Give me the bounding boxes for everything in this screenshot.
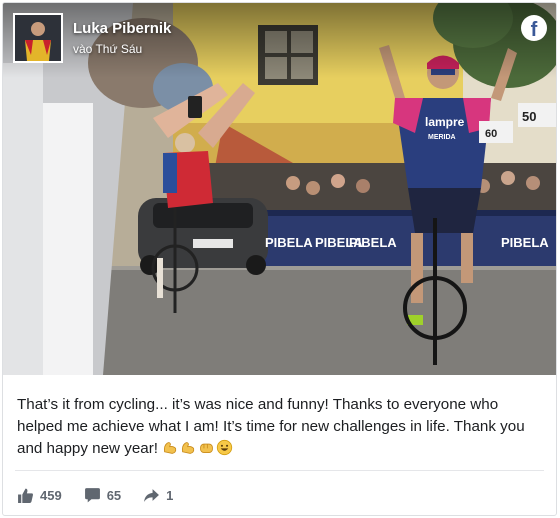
like-button[interactable]: 459 [17,487,62,504]
race-finish-photo: lampre MERIDA 50 60 PIBELA PIBELA PIBELA… [3,3,556,375]
flexed-biceps-icon [164,442,177,454]
facebook-post-card: lampre MERIDA 50 60 PIBELA PIBELA PIBELA… [2,2,557,516]
facebook-icon[interactable]: f [521,15,547,41]
author-name[interactable]: Luka Pibernik [73,20,171,37]
banner-text-3: PIBELA [349,235,397,250]
actions-divider [15,470,544,471]
jersey-brand-text: lampre [425,115,465,129]
author-avatar[interactable] [13,13,63,63]
banner-text-4: PIBELA [501,235,549,250]
post-stats-bar: 459 65 1 [17,487,195,504]
grinning-face-icon [217,439,233,456]
likes-count: 459 [40,488,62,503]
oncoming-fist-icon [200,443,214,454]
banner-text-1: PIBELA [265,235,313,250]
flexed-biceps-icon [182,442,195,454]
comment-button[interactable]: 65 [84,487,121,504]
share-button[interactable]: 1 [143,487,173,504]
distance-sign-text: 50 [522,109,536,124]
share-arrow-icon [144,489,160,502]
avatar-image [15,15,61,61]
post-message-text: That’s it from cycling... it’s was nice … [17,396,525,457]
distance-sign-2-text: 60 [485,128,497,140]
post-photo[interactable]: lampre MERIDA 50 60 PIBELA PIBELA PIBELA… [3,3,556,375]
post-timestamp[interactable]: vào Thứ Sáu [73,42,142,56]
jersey-sponsor-text: MERIDA [428,134,456,141]
comments-count: 65 [106,488,122,503]
comment-bubble-icon [84,488,100,503]
thumbs-up-icon [18,488,33,503]
post-message: That’s it from cycling... it’s was nice … [17,394,545,460]
shares-count: 1 [166,488,174,503]
